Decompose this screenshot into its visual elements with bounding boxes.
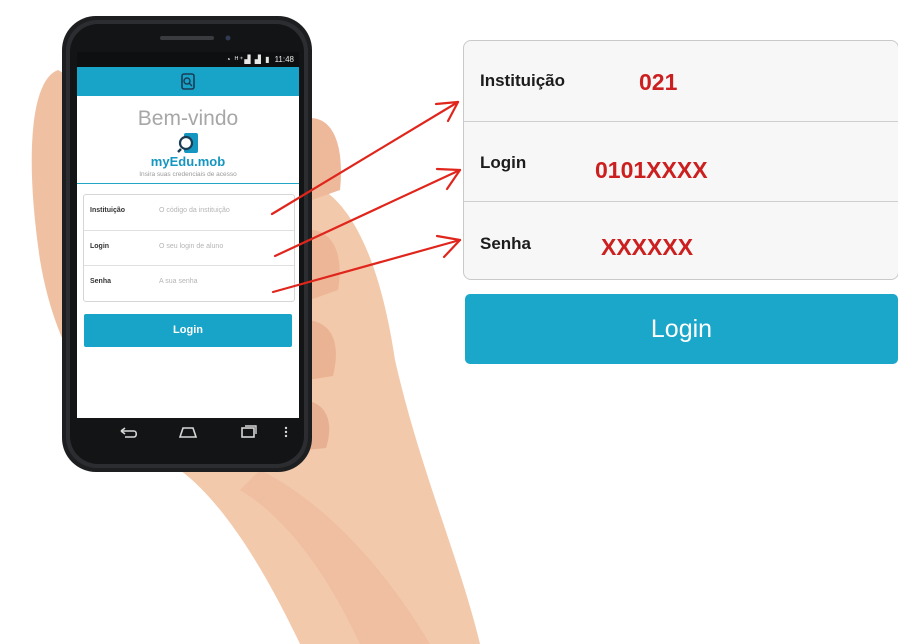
institution-value[interactable]: 021 [639, 69, 677, 96]
mini-field-login[interactable]: Login O seu login de aluno [84, 230, 294, 266]
login-value[interactable]: 0101XXXX [595, 157, 708, 184]
detail-field-login[interactable]: Login 0101XXXX [464, 121, 898, 201]
field-label: Login [480, 153, 527, 172]
field-label: Instituição [480, 71, 566, 90]
stage: ◔ ᴴ⁺▟ ▟ ▮ 11:48 Bem-vindo myEdu.mob Insir… [0, 0, 898, 644]
menu-dots-icon[interactable] [282, 423, 290, 441]
back-icon[interactable] [117, 423, 139, 441]
login-input[interactable]: O seu login de aluno [159, 243, 223, 250]
welcome-title: Bem-vindo [137, 107, 239, 130]
mini-field-institution[interactable]: Instituição O código da instituição [84, 195, 294, 230]
app-subtitle: Insira suas credenciais de acesso [139, 171, 237, 178]
detail-login-button[interactable]: Login [465, 294, 898, 364]
detail-field-password[interactable]: Senha XXXXXX [464, 201, 898, 281]
recent-apps-icon[interactable] [237, 423, 259, 441]
app-bar [77, 67, 299, 96]
app-name: myEdu.mob [150, 154, 226, 169]
phone-screen: ◔ ᴴ⁺▟ ▟ ▮ 11:48 Bem-vindo myEdu.mob Insir… [77, 52, 299, 418]
mini-login-form: Instituição O código da instituição Logi… [83, 194, 295, 302]
detail-field-institution[interactable]: Instituição 021 [464, 41, 898, 121]
home-icon[interactable] [177, 423, 199, 441]
signal-icons: ◔ ᴴ⁺▟ ▟ ▮ [225, 55, 271, 64]
mini-field-password[interactable]: Senha A sua senha [84, 265, 294, 301]
field-label: Senha [480, 234, 532, 253]
password-input[interactable]: A sua senha [159, 278, 198, 285]
institution-input[interactable]: O código da instituição [159, 207, 230, 214]
app-logo-icon [181, 73, 195, 90]
app-logo-magnifier-icon [177, 133, 198, 153]
field-label: Senha [90, 278, 112, 285]
phone-nav-bar [77, 418, 299, 448]
field-label: Instituição [90, 207, 126, 214]
status-bar: ◔ ᴴ⁺▟ ▟ ▮ 11:48 [77, 52, 299, 67]
field-label: Login [90, 243, 110, 250]
status-time: 11:48 [274, 55, 294, 64]
divider [77, 183, 299, 184]
password-value[interactable]: XXXXXX [601, 234, 693, 261]
mini-login-button[interactable]: Login [84, 314, 292, 347]
detail-login-form: Instituição 021 Login 0101XXXX Senha XXX… [463, 40, 898, 280]
